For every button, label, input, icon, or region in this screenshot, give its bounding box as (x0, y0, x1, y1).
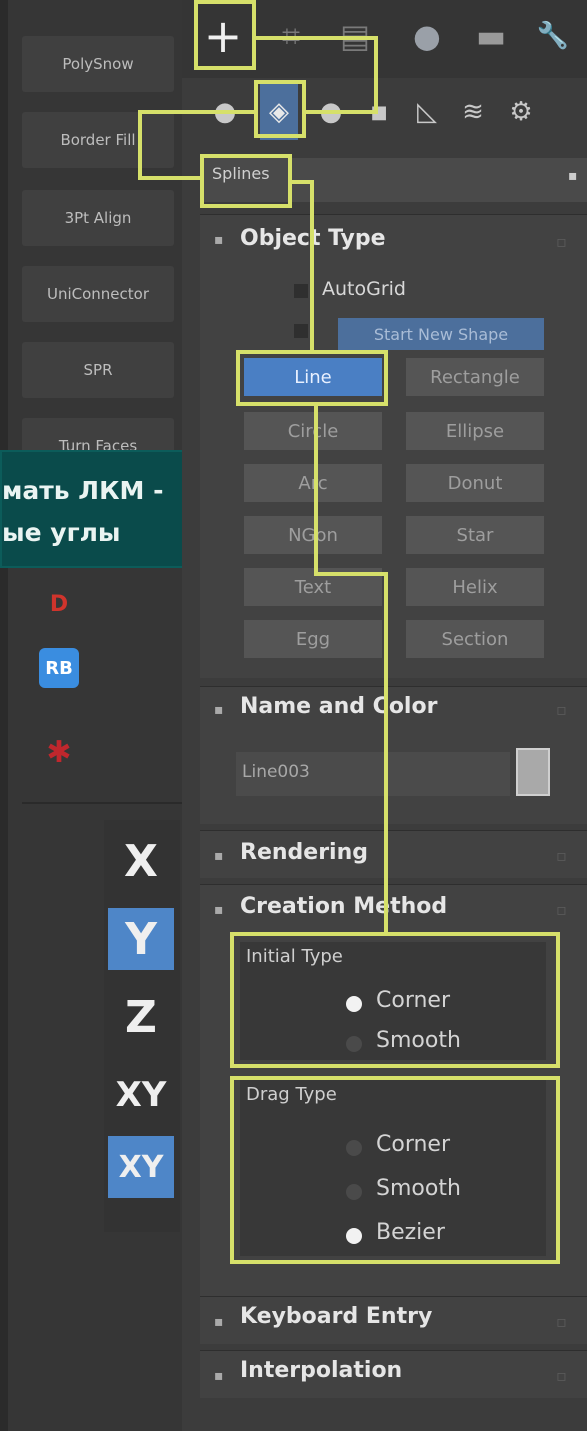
section-button[interactable]: Section (406, 620, 544, 658)
connector-line (314, 406, 318, 574)
highlight-initial-type (230, 932, 560, 1068)
script-button-uniconnector[interactable]: UniConnector (22, 266, 174, 322)
rectangle-button[interactable]: Rectangle (406, 358, 544, 396)
rollout-collapse-icon[interactable]: ▪ (214, 702, 224, 718)
connector-line (138, 110, 142, 180)
highlight-create-tab (194, 0, 256, 70)
tooltip-line-1: мать ЛКМ - (2, 476, 164, 505)
chevron-down-icon[interactable]: ▪ (568, 168, 578, 184)
script-button-3pt-align[interactable]: 3Pt Align (22, 190, 174, 246)
rb-icon[interactable]: RB (39, 648, 79, 688)
axis-z-button[interactable]: Z (108, 986, 174, 1048)
rollout-collapse-icon[interactable]: ▪ (214, 902, 224, 918)
rollout-title-keyboard-entry[interactable]: Keyboard Entry (240, 1304, 432, 1329)
start-new-shape-checkbox[interactable] (294, 324, 308, 338)
ellipse-button[interactable]: Ellipse (406, 412, 544, 450)
color-swatch[interactable] (516, 748, 550, 796)
connector-line (310, 180, 314, 350)
rollout-collapse-icon[interactable]: ▪ (214, 848, 224, 864)
red-d-icon[interactable]: D (36, 584, 82, 624)
axis-xy-flyout-button[interactable]: XY (108, 1136, 174, 1198)
connector-line (314, 572, 388, 576)
egg-button[interactable]: Egg (244, 620, 382, 658)
highlight-shapes-icon (254, 80, 306, 138)
highlight-splines-dropdown (200, 154, 292, 208)
display-icon[interactable]: ▬ (468, 10, 514, 62)
ngon-button[interactable]: NGon (244, 516, 382, 554)
rollout-collapse-icon[interactable]: ▪ (214, 1368, 224, 1384)
circle-button[interactable]: Circle (244, 412, 382, 450)
rollout-collapse-icon[interactable]: ▪ (214, 232, 224, 248)
star-button[interactable]: Star (406, 516, 544, 554)
axis-y-button[interactable]: Y (108, 908, 174, 970)
connector-line (384, 572, 388, 932)
highlight-line-button (236, 350, 388, 406)
connector-line (306, 110, 378, 114)
helix-button[interactable]: Helix (406, 568, 544, 606)
rollout-title-creation-method[interactable]: Creation Method (240, 894, 447, 919)
spacewarps-icon[interactable]: ≋ (454, 84, 492, 140)
highlight-drag-type (230, 1076, 560, 1264)
start-new-shape-button[interactable]: Start New Shape (338, 318, 544, 350)
systems-icon[interactable]: ⚙ (502, 84, 540, 140)
motion-icon[interactable]: ● (404, 10, 450, 62)
connector-line (374, 36, 378, 114)
object-name-input[interactable]: Line003 (236, 752, 510, 796)
rollout-title-interpolation[interactable]: Interpolation (240, 1358, 402, 1383)
script-button-spr[interactable]: SPR (22, 342, 174, 398)
toolbar-divider (22, 802, 182, 804)
helpers-icon[interactable]: ◺ (408, 84, 446, 140)
connector-line (292, 180, 312, 184)
arc-button[interactable]: Arc (244, 464, 382, 502)
rollout-title-rendering[interactable]: Rendering (240, 840, 368, 865)
axis-x-button[interactable]: X (108, 830, 174, 892)
bug-icon[interactable]: ✱ (36, 732, 82, 772)
donut-button[interactable]: Donut (406, 464, 544, 502)
pin-icon[interactable]: ▫ (556, 232, 567, 251)
rollout-collapse-icon[interactable]: ▪ (214, 1314, 224, 1330)
utilities-icon[interactable]: 🔧 (530, 10, 576, 62)
axis-xy-button[interactable]: XY (108, 1064, 174, 1126)
pin-icon[interactable]: ▫ (556, 900, 567, 919)
rollout-title-name-and-color[interactable]: Name and Color (240, 694, 437, 719)
pin-icon[interactable]: ▫ (556, 846, 567, 865)
script-button-polysnow[interactable]: PolySnow (22, 36, 174, 92)
autogrid-label: AutoGrid (322, 278, 406, 300)
tooltip-line-2: ые углы (2, 518, 121, 547)
pin-icon[interactable]: ▫ (556, 700, 567, 719)
autogrid-checkbox[interactable] (294, 284, 308, 298)
connector-line (256, 36, 376, 40)
connector-line (138, 110, 256, 114)
left-edge (0, 0, 8, 1431)
pin-icon[interactable]: ▫ (556, 1366, 567, 1385)
connector-line (138, 176, 202, 180)
pin-icon[interactable]: ▫ (556, 1312, 567, 1331)
script-button-border-fill[interactable]: Border Fill (22, 112, 174, 168)
